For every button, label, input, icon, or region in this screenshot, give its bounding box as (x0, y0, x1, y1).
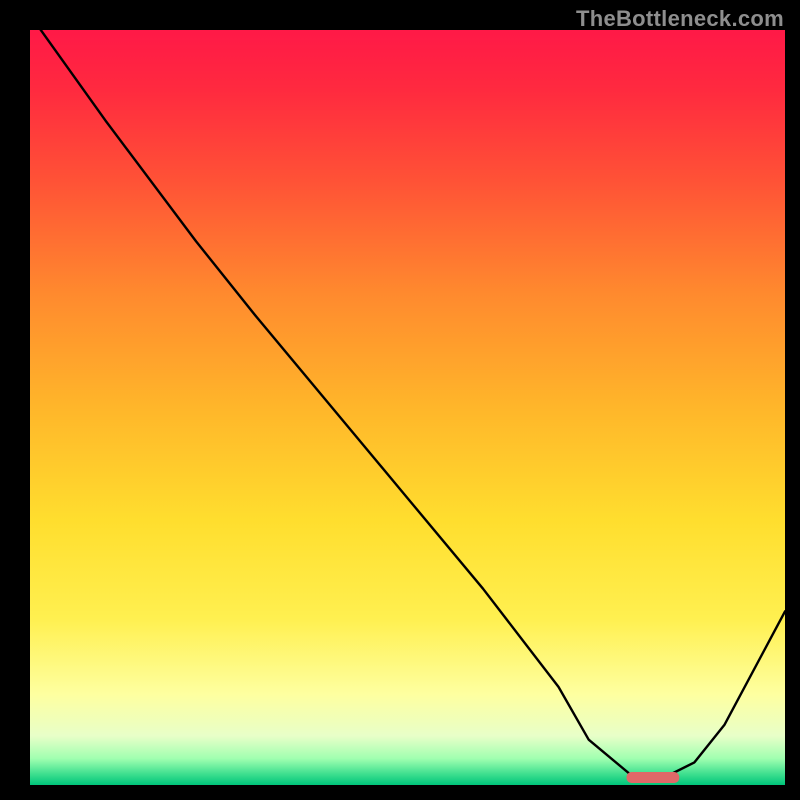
bottleneck-curve (30, 30, 785, 777)
watermark-text: TheBottleneck.com (576, 6, 784, 32)
curve-layer (30, 30, 785, 785)
plot-area (30, 30, 785, 785)
chart-frame: TheBottleneck.com (0, 0, 800, 800)
optimal-marker (627, 772, 680, 783)
